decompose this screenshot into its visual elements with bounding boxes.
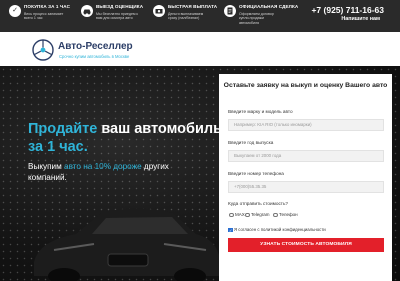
send-method-label: Куда отправить стоимость? xyxy=(228,201,288,206)
feature-title: ВЫЕЗД ОЦЕНЩИКА xyxy=(96,4,144,9)
hero-headline: Продайте ваш автомобиль за 1 час. xyxy=(28,120,228,156)
phone-link[interactable]: +7 (925) 711-16-63 xyxy=(311,5,384,15)
document-icon xyxy=(224,5,236,17)
feature-desc: Оформляем договор купли-продажи автомоби… xyxy=(239,12,274,25)
checkbox-checked-icon[interactable]: ✓ xyxy=(228,227,233,233)
logo-name[interactable]: Авто-Реселлер xyxy=(58,41,133,52)
subline-part: Выкупим xyxy=(28,162,65,171)
agree-label: Я согласен с политикой конфиденциальност… xyxy=(234,227,326,232)
option-telegram[interactable]: Telegram xyxy=(245,212,270,218)
hero-subline: Выкупим авто на 10% дороже других компан… xyxy=(28,162,208,183)
submit-button[interactable]: УЗНАТЬ СТОИМОСТЬ АВТОМОБИЛЯ xyxy=(228,238,384,252)
option-label: Телефон xyxy=(279,212,298,217)
car-image xyxy=(34,208,220,281)
phone-input[interactable] xyxy=(228,181,384,193)
headline-part: Продайте xyxy=(28,121,98,137)
year-label: Введите год выпуска xyxy=(228,140,274,145)
option-label: Telegram xyxy=(251,212,270,217)
feature-title: БЫСТРАЯ ВЫПЛАТА xyxy=(168,4,218,9)
logo-tagline: Срочно купим автомобиль в Москве xyxy=(59,54,130,59)
feature-title: ОФИЦИАЛЬНАЯ СДЕЛКА xyxy=(239,4,299,9)
top-bar: ✓ ПОКУПКА ЗА 1 ЧАС Весь процесс занимает… xyxy=(0,0,400,32)
feature-desc: Деньги выплачиваем сразу (нал/безнал) xyxy=(168,12,204,21)
feature-desc: Весь процесс занимает всего 1 час xyxy=(24,12,64,21)
radio-icon xyxy=(229,212,234,218)
year-input[interactable] xyxy=(228,150,384,162)
write-us-link[interactable]: Напишите нам xyxy=(341,16,380,22)
shield-check-icon: ✓ xyxy=(9,5,21,17)
radio-icon xyxy=(273,212,278,218)
phone-label: Введите номер телефона xyxy=(228,171,284,176)
form-title: Оставьте заявку на выкуп и оценку Вашего… xyxy=(223,82,388,89)
car-icon xyxy=(81,5,93,17)
option-phone[interactable]: Телефон xyxy=(273,212,298,218)
privacy-agree[interactable]: ✓ Я согласен с политикой конфиденциальнос… xyxy=(228,227,326,233)
option-max[interactable]: MAX xyxy=(229,212,245,218)
headline-part: ваш автомобиль xyxy=(97,121,222,137)
brand-label: Введите марку и модель авто xyxy=(228,109,293,114)
feature-desc: Мы бесплатно приедем к вам для осмотра а… xyxy=(96,12,138,21)
radio-icon xyxy=(245,212,250,218)
brand-input[interactable] xyxy=(228,119,384,131)
headline-part: за 1 час. xyxy=(28,139,88,155)
subline-part: авто на 10% дороже xyxy=(64,162,142,171)
logo-icon[interactable] xyxy=(32,39,54,61)
site-header: Авто-Реселлер Срочно купим автомобиль в … xyxy=(0,32,400,66)
feature-title: ПОКУПКА ЗА 1 ЧАС xyxy=(24,4,71,9)
money-icon xyxy=(153,5,165,17)
option-label: MAX xyxy=(235,212,245,217)
